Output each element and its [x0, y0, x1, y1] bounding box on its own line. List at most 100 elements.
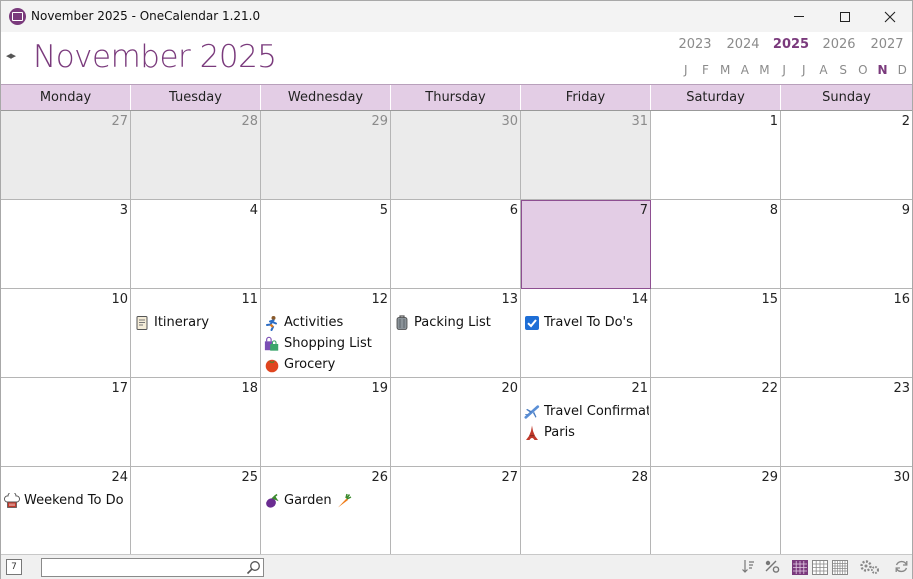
- day-cell[interactable]: 29: [261, 111, 391, 200]
- day-cell-today[interactable]: 7: [521, 200, 651, 289]
- maximize-button[interactable]: [822, 1, 868, 32]
- month-letter-11[interactable]: N: [873, 63, 893, 77]
- event-label: Grocery: [284, 357, 336, 372]
- close-button[interactable]: [867, 1, 913, 32]
- month-letter-12[interactable]: D: [892, 63, 912, 77]
- weekday-header-row: Monday Tuesday Wednesday Thursday Friday Satu…: [1, 84, 912, 111]
- search-input[interactable]: [41, 558, 264, 577]
- event-label: Shopping List: [284, 336, 372, 351]
- day-cell[interactable]: 1: [651, 111, 781, 200]
- month-letter-9[interactable]: S: [833, 63, 853, 77]
- filter-percent-icon[interactable]: [763, 559, 781, 575]
- calendar-event[interactable]: Weekend To Do: [4, 490, 129, 511]
- event-list: Travel Confirmat Paris: [524, 401, 649, 443]
- day-number: 20: [501, 381, 518, 396]
- calendar-event[interactable]: Activities: [264, 312, 389, 333]
- year-view-icon[interactable]: [832, 560, 848, 575]
- day-cell[interactable]: 22: [651, 378, 781, 467]
- month-letter-5[interactable]: M: [755, 63, 775, 77]
- day-cell[interactable]: 12 Activities Shopping List Grocery: [261, 289, 391, 378]
- settings-gear-icon[interactable]: [859, 559, 881, 575]
- calendar-event[interactable]: Travel To Do's: [524, 312, 649, 333]
- status-bar: 7: [1, 554, 912, 579]
- calendar-event[interactable]: Paris: [524, 422, 649, 443]
- month-letter-2[interactable]: F: [696, 63, 716, 77]
- day-cell[interactable]: 30: [391, 111, 521, 200]
- event-label: Travel Confirmat: [544, 404, 649, 419]
- day-cell[interactable]: 31: [521, 111, 651, 200]
- day-number: 7: [639, 203, 648, 218]
- event-label: Weekend To Do: [24, 493, 124, 508]
- month-nav-arrows[interactable]: ◂▸: [6, 49, 16, 62]
- day-cell[interactable]: 10: [1, 289, 131, 378]
- week-view-icon[interactable]: [812, 560, 828, 575]
- calendar-event[interactable]: Itinerary: [134, 312, 259, 333]
- event-list: Itinerary: [134, 312, 259, 333]
- month-letter-6[interactable]: J: [774, 63, 794, 77]
- day-cell[interactable]: 26 Garden: [261, 467, 391, 556]
- month-letter-7[interactable]: J: [794, 63, 814, 77]
- day-cell[interactable]: 27: [1, 111, 131, 200]
- calendar-event[interactable]: Shopping List: [264, 333, 389, 354]
- day-cell[interactable]: 19: [261, 378, 391, 467]
- day-cell[interactable]: 14 Travel To Do's: [521, 289, 651, 378]
- month-letter-10[interactable]: O: [853, 63, 873, 77]
- day-cell[interactable]: 23: [781, 378, 912, 467]
- day-cell[interactable]: 17: [1, 378, 131, 467]
- day-cell[interactable]: 13 Packing List: [391, 289, 521, 378]
- day-number: 24: [111, 470, 128, 485]
- day-cell[interactable]: 11 Itinerary: [131, 289, 261, 378]
- luggage-icon: [394, 314, 410, 331]
- day-number: 30: [893, 470, 910, 485]
- day-cell[interactable]: 4: [131, 200, 261, 289]
- app-logo-icon: [9, 8, 26, 25]
- day-number: 29: [371, 114, 388, 129]
- calendar-event[interactable]: Travel Confirmat: [524, 401, 649, 422]
- day-number: 10: [111, 292, 128, 307]
- minimize-button[interactable]: [776, 1, 822, 32]
- day-cell[interactable]: 6: [391, 200, 521, 289]
- close-icon: [884, 11, 896, 22]
- day-cell[interactable]: 2: [781, 111, 912, 200]
- day-cell[interactable]: 18: [131, 378, 261, 467]
- month-letter-3[interactable]: M: [715, 63, 735, 77]
- day-cell[interactable]: 3: [1, 200, 131, 289]
- day-cell[interactable]: 30: [781, 467, 912, 556]
- event-list: Activities Shopping List Grocery: [264, 312, 389, 375]
- calendar-event[interactable]: Grocery: [264, 354, 389, 375]
- weekday-header-wednesday: Wednesday: [261, 85, 391, 110]
- day-number: 21: [631, 381, 648, 396]
- month-letter-4[interactable]: A: [735, 63, 755, 77]
- day-cell[interactable]: 20: [391, 378, 521, 467]
- year-2026[interactable]: 2026: [815, 37, 863, 52]
- day-cell[interactable]: 24 Weekend To Do: [1, 467, 131, 556]
- sort-icon[interactable]: [739, 559, 757, 575]
- day-cell[interactable]: 21 Travel Confirmat Paris: [521, 378, 651, 467]
- day-cell[interactable]: 15: [651, 289, 781, 378]
- day-cell[interactable]: 5: [261, 200, 391, 289]
- year-2024[interactable]: 2024: [719, 37, 767, 52]
- year-2023[interactable]: 2023: [671, 37, 719, 52]
- day-cell[interactable]: 25: [131, 467, 261, 556]
- sync-refresh-icon[interactable]: [892, 559, 910, 575]
- calendar-event[interactable]: Packing List: [394, 312, 519, 333]
- month-view-icon[interactable]: [792, 560, 808, 575]
- chef-hat-icon: [4, 492, 20, 509]
- month-letter-8[interactable]: A: [814, 63, 834, 77]
- calendar-event[interactable]: Garden: [264, 490, 389, 511]
- year-2025[interactable]: 2025: [767, 37, 815, 52]
- day-cell[interactable]: 29: [651, 467, 781, 556]
- day-cell[interactable]: 16: [781, 289, 912, 378]
- month-letter-1[interactable]: J: [676, 63, 696, 77]
- month-title: November 2025: [33, 39, 277, 75]
- day-cell[interactable]: 8: [651, 200, 781, 289]
- day-cell[interactable]: 27: [391, 467, 521, 556]
- day-cell[interactable]: 28: [521, 467, 651, 556]
- day-number: 25: [241, 470, 258, 485]
- day-cell[interactable]: 9: [781, 200, 912, 289]
- day-cell[interactable]: 28: [131, 111, 261, 200]
- search-icon[interactable]: [246, 560, 261, 575]
- today-calendar-icon[interactable]: 7: [6, 559, 22, 575]
- year-2027[interactable]: 2027: [863, 37, 911, 52]
- day-number: 28: [241, 114, 258, 129]
